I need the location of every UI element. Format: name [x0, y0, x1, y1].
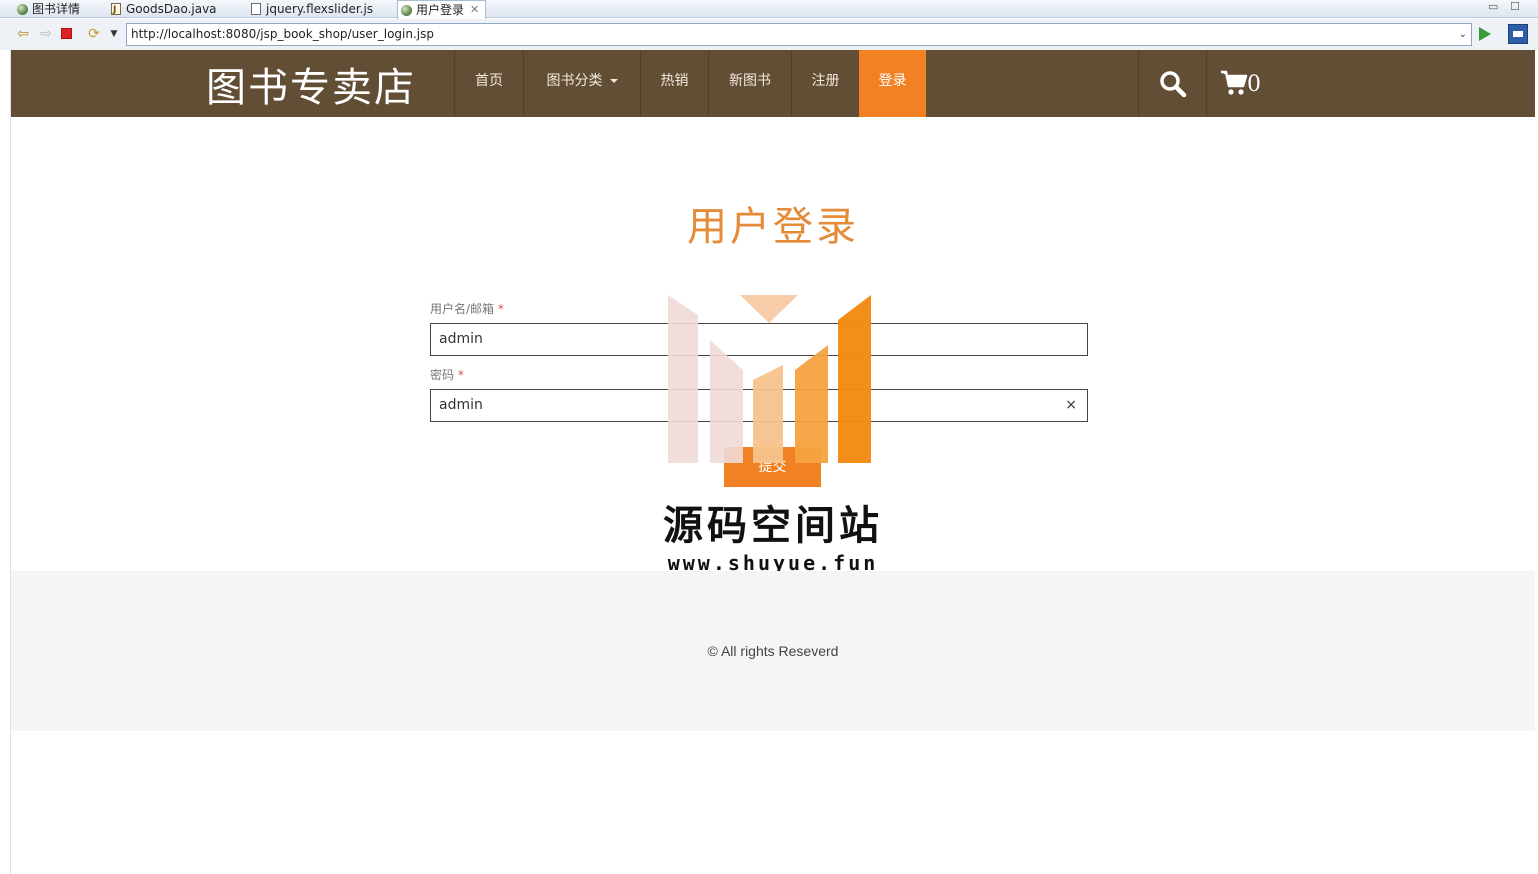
- password-label-text: 密码: [430, 368, 455, 382]
- external-browser-icon[interactable]: [1508, 24, 1528, 44]
- history-dropdown-icon[interactable]: ▼: [105, 25, 123, 43]
- java-file-icon: [111, 2, 121, 18]
- site-header: 图书专卖店 首页 图书分类 热销 新图书 注册 登录 0: [11, 50, 1535, 117]
- forward-arrow-icon[interactable]: ⇨: [37, 25, 55, 43]
- site-footer: © All rights Reseverd: [11, 571, 1535, 731]
- shopping-cart-icon: [1221, 70, 1248, 95]
- search-button[interactable]: [1138, 50, 1206, 117]
- watermark-logo: [668, 295, 871, 463]
- nav-register[interactable]: 注册: [791, 50, 859, 117]
- maximize-icon[interactable]: ☐: [1510, 0, 1520, 13]
- tab-user-login[interactable]: 用户登录 ✕: [397, 0, 487, 19]
- watermark-title: 源码空间站: [663, 503, 883, 549]
- nav-categories-label: 图书分类: [546, 73, 603, 89]
- copyright-text: © All rights Reseverd: [707, 643, 839, 659]
- password-value: admin: [439, 397, 483, 413]
- clear-icon[interactable]: ×: [1065, 390, 1077, 421]
- go-icon[interactable]: [1479, 27, 1491, 41]
- required-mark: *: [457, 368, 464, 382]
- tab-label: 图书详情: [32, 2, 81, 16]
- js-file-icon: [251, 3, 261, 15]
- tab-label: GoodsDao.java: [126, 2, 217, 16]
- close-icon[interactable]: ✕: [470, 2, 479, 18]
- nav-categories[interactable]: 图书分类: [523, 50, 640, 117]
- tab-flexslider[interactable]: jquery.flexslider.js: [248, 0, 373, 18]
- refresh-icon[interactable]: ⟳: [85, 25, 103, 43]
- nav-new[interactable]: 新图书: [708, 50, 791, 117]
- globe-icon: [17, 3, 28, 15]
- address-input[interactable]: http://localhost:8080/jsp_book_shop/user…: [126, 23, 1472, 46]
- chevron-down-icon[interactable]: ⌄: [1459, 24, 1467, 45]
- nav-home[interactable]: 首页: [454, 50, 523, 117]
- tab-label: 用户登录: [416, 3, 465, 17]
- nav-login[interactable]: 登录: [859, 50, 926, 117]
- username-label-text: 用户名/邮箱: [430, 302, 495, 316]
- minimize-icon[interactable]: ▭: [1488, 0, 1498, 13]
- editor-tab-bar: 图书详情 GoodsDao.java jquery.flexslider.js …: [0, 0, 1538, 19]
- username-label: 用户名/邮箱 *: [430, 300, 504, 317]
- globe-icon: [401, 4, 412, 16]
- back-arrow-icon[interactable]: ⇦: [14, 25, 32, 43]
- browser-toolbar: ⇦ ⇨ ⟳ ▼ http://localhost:8080/jsp_book_s…: [0, 19, 1538, 50]
- tab-label: jquery.flexslider.js: [266, 2, 374, 16]
- search-icon: [1160, 71, 1187, 98]
- site-logo[interactable]: 图书专卖店: [206, 55, 416, 113]
- required-mark: *: [497, 302, 504, 316]
- tab-book-detail[interactable]: 图书详情: [14, 0, 80, 18]
- password-label: 密码 *: [430, 366, 464, 383]
- nav-hot[interactable]: 热销: [640, 50, 708, 117]
- cart-count: 0: [1247, 72, 1261, 97]
- web-page: 图书专卖店 首页 图书分类 热销 新图书 注册 登录 0 用户登录 用户名/邮箱…: [10, 50, 1535, 874]
- stop-icon[interactable]: [61, 28, 72, 39]
- cart-button[interactable]: 0: [1206, 50, 1296, 117]
- url-text: http://localhost:8080/jsp_book_shop/user…: [131, 27, 434, 41]
- tab-goods-dao[interactable]: GoodsDao.java: [108, 0, 217, 18]
- page-title: 用户登录: [687, 204, 859, 250]
- username-value: admin: [439, 331, 483, 347]
- caret-down-icon: [609, 79, 618, 83]
